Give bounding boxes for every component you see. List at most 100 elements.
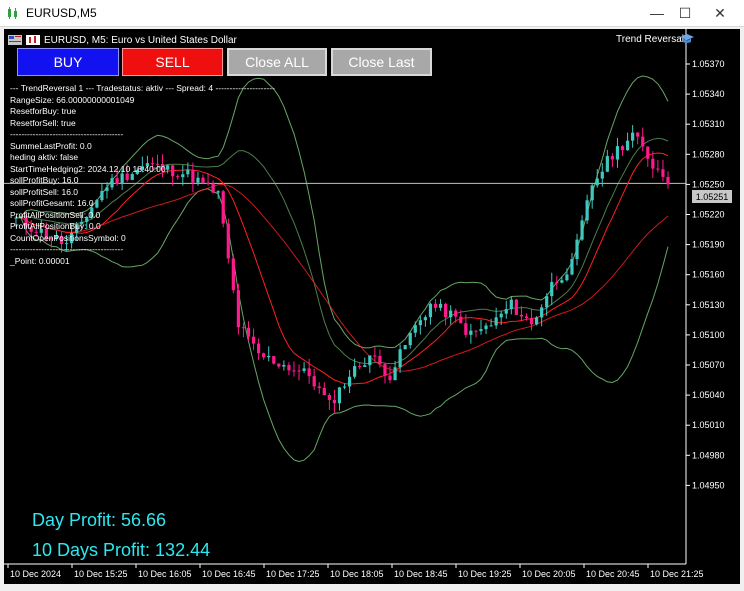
time-tick-label: 10 Dec 19:25 <box>458 569 512 579</box>
candle-body <box>398 349 402 368</box>
candle-body <box>418 320 422 326</box>
price-chart[interactable]: 1.05370 1.05340 1.05310 1.05280 1.05250 1.052… <box>4 29 740 584</box>
info-line: --- TrendReversal 1 --- Tradestatus: akt… <box>10 83 275 93</box>
info-line: ResetforBuy: true <box>10 106 77 116</box>
candle-body <box>464 323 468 335</box>
candle-body <box>444 303 448 318</box>
price-tick-label: 1.04950 <box>692 480 725 490</box>
price-tick-label: 1.05040 <box>692 390 725 400</box>
candle-body <box>524 316 529 319</box>
candle-body <box>509 299 513 310</box>
time-tick-label: 10 Dec 15:25 <box>74 569 128 579</box>
buy-button[interactable]: BUY <box>17 48 119 76</box>
candle-body <box>565 274 569 281</box>
candle-body <box>287 364 291 371</box>
info-line: ---------------------------------------- <box>10 129 124 139</box>
candle-body <box>337 387 342 404</box>
candle-body <box>459 316 463 324</box>
candle-body <box>332 399 337 404</box>
candle-body <box>428 303 433 318</box>
current-price-label: 1.05251 <box>692 190 732 203</box>
candle-body <box>656 168 660 170</box>
graduation-cap-icon[interactable] <box>680 33 694 45</box>
candle-body <box>661 169 665 177</box>
candle-body <box>262 353 266 358</box>
eur-flag-icon <box>8 35 22 45</box>
candle-body <box>631 132 635 141</box>
info-line: ProfitAllPositionBuy: 0.0 <box>10 221 101 231</box>
candlestick-app-icon <box>8 7 17 19</box>
price-tick-label: 1.05160 <box>692 270 725 280</box>
time-tick-label: 10 Dec 16:45 <box>202 569 256 579</box>
candle-body <box>666 176 670 185</box>
candle-body <box>307 368 311 377</box>
title-bar[interactable]: EURUSD,M5 — ☐ ✕ <box>0 0 744 27</box>
candle-body <box>292 370 296 372</box>
candle-body <box>595 178 599 186</box>
candle-body <box>297 370 301 372</box>
candle-body <box>625 140 630 151</box>
candle-body <box>600 171 604 179</box>
candle-body <box>322 387 326 395</box>
info-line: heding aktiv: false <box>10 152 79 162</box>
candle-body <box>651 158 655 169</box>
close-window-button[interactable]: ✕ <box>703 0 737 26</box>
candle-body <box>540 307 544 318</box>
price-tick-label: 1.05100 <box>692 330 725 340</box>
candle-body <box>494 317 498 326</box>
candle-body <box>575 239 579 260</box>
time-tick-label: 10 Dec 20:05 <box>522 569 576 579</box>
candle-body <box>560 280 564 283</box>
ea-info-panel: --- TrendReversal 1 --- Tradestatus: akt… <box>10 83 275 267</box>
candle-body <box>257 343 261 354</box>
candle-body <box>241 327 246 329</box>
time-tick-label: 10 Dec 21:25 <box>650 569 704 579</box>
candle-body <box>636 132 640 137</box>
sell-button[interactable]: SELL <box>122 48 223 76</box>
candle-body <box>605 156 609 172</box>
info-line: ResetforSell: true <box>10 117 76 128</box>
candle-body <box>514 299 518 315</box>
price-tick-label: 1.04980 <box>692 450 725 460</box>
candle-body <box>277 363 281 367</box>
time-tick-label: 10 Dec 18:05 <box>330 569 384 579</box>
candle-body <box>423 317 427 321</box>
candle-body <box>363 365 367 367</box>
day-profit-label: Day Profit: 56.66 <box>32 510 167 530</box>
candle-body <box>267 356 271 358</box>
candle-body <box>282 364 286 367</box>
info-line: ---------------------------------------- <box>10 244 124 254</box>
candle-body <box>251 336 256 344</box>
candle-body <box>403 345 407 350</box>
info-line: SummeLastProfit: 0.0 <box>10 140 92 151</box>
candle-body <box>312 376 316 387</box>
close-last-button[interactable]: Close Last <box>331 48 432 76</box>
time-tick-label: 10 Dec 17:25 <box>266 569 320 579</box>
time-tick-label: 10 Dec 20:45 <box>586 569 640 579</box>
price-tick-label: 1.05310 <box>692 119 725 129</box>
candle-body <box>519 314 524 317</box>
candle-body <box>358 366 362 368</box>
close-all-button[interactable]: Close ALL <box>227 48 327 76</box>
info-line: sollProfitBuy: 16.0 <box>10 175 79 185</box>
candle-body <box>317 386 321 388</box>
info-line: sollProfitGesamt: 16.0 <box>10 198 94 208</box>
candle-body <box>499 313 503 318</box>
candle-body <box>236 290 240 328</box>
chart-header: EURUSD, M5: Euro vs United States Dollar <box>8 33 237 47</box>
info-line: RangeSize: 66.00000000001049 <box>10 94 135 105</box>
candle-body <box>646 146 650 159</box>
candle-body <box>534 317 539 325</box>
price-tick-label: 1.05130 <box>692 300 725 310</box>
candle-body <box>474 330 478 332</box>
candle-body <box>454 310 458 317</box>
candle-body <box>550 282 554 297</box>
time-tick-label: 10 Dec 16:05 <box>138 569 192 579</box>
candle-body <box>373 355 377 357</box>
candle-body <box>438 303 443 308</box>
candle-body <box>469 330 473 335</box>
info-line: StartTimeHedging2: 2024.12.10 18:40:00 <box>10 163 166 174</box>
maximize-button[interactable]: ☐ <box>668 0 702 26</box>
candle-body <box>347 376 352 387</box>
price-tick-label: 1.05340 <box>692 89 725 99</box>
